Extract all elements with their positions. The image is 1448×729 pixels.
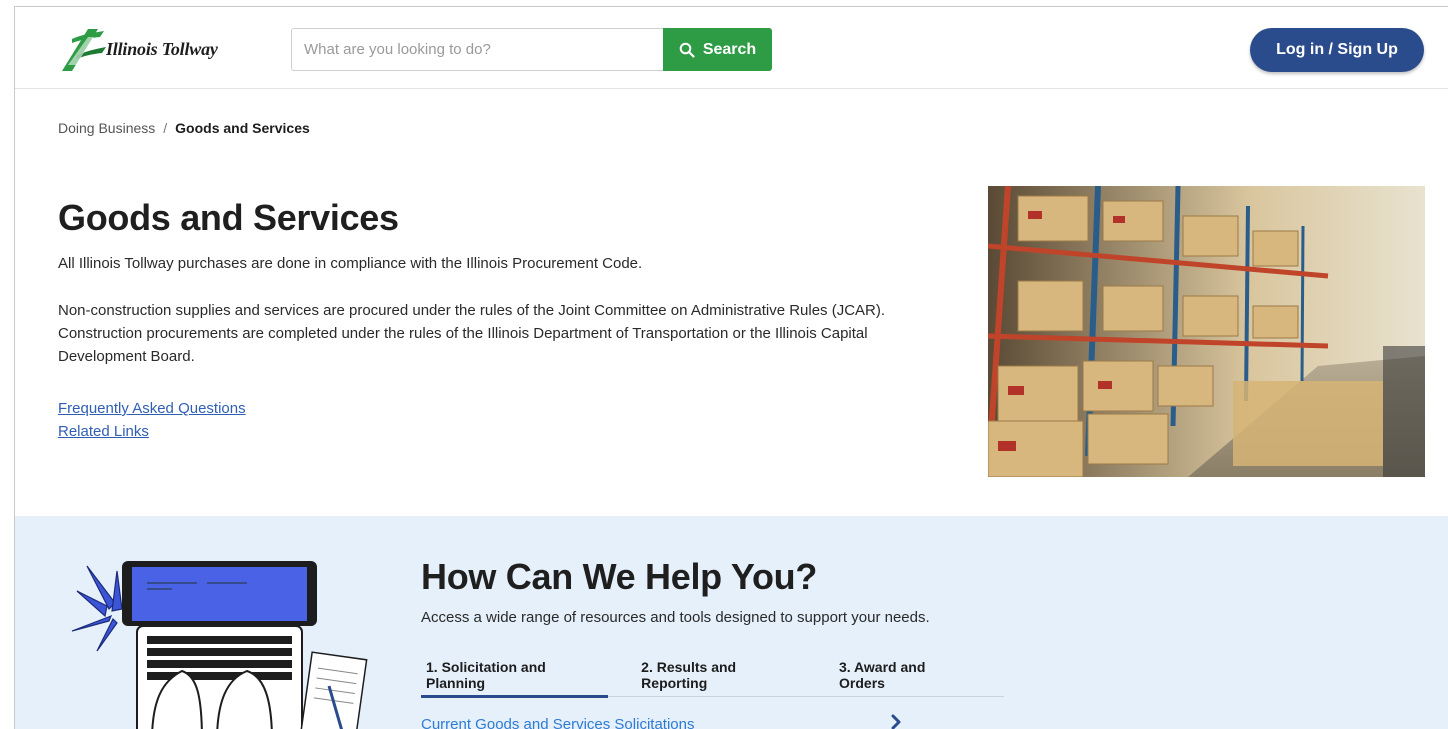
help-subtitle: Access a wide range of resources and too… — [421, 609, 930, 626]
breadcrumb-current: Goods and Services — [175, 120, 310, 136]
site-header: Illinois Tollway Search Log in / Sign Up — [15, 7, 1448, 89]
tab-solicitation-planning[interactable]: 1. Solicitation and Planning — [421, 652, 609, 698]
faq-link[interactable]: Frequently Asked Questions — [58, 400, 246, 417]
page-title: Goods and Services — [58, 197, 399, 238]
page-frame: Illinois Tollway Search Log in / Sign Up… — [14, 6, 1448, 729]
current-solicitations-link[interactable]: Current Goods and Services Solicitations — [421, 716, 694, 729]
procurement-paragraph: Non-construction supplies and services a… — [58, 302, 886, 365]
help-title: How Can We Help You? — [421, 556, 818, 597]
breadcrumb-separator: / — [163, 120, 168, 136]
intro-paragraph: All Illinois Tollway purchases are done … — [58, 255, 643, 272]
breadcrumb: Doing Business / Goods and Services — [58, 120, 310, 136]
tab-results-reporting[interactable]: 2. Results and Reporting — [636, 652, 806, 697]
login-signup-button[interactable]: Log in / Sign Up — [1250, 28, 1424, 72]
search-icon — [679, 42, 695, 58]
logo-text: Illinois Tollway — [106, 38, 218, 59]
tab-award-orders[interactable]: 3. Award and Orders — [834, 652, 976, 697]
breadcrumb-parent[interactable]: Doing Business — [58, 120, 155, 136]
search-button[interactable]: Search — [663, 28, 772, 71]
tollway-logo-icon — [62, 29, 106, 71]
related-links-link[interactable]: Related Links — [58, 423, 149, 440]
help-section: How Can We Help You? Access a wide range… — [15, 516, 1448, 729]
search-input[interactable] — [291, 28, 663, 71]
help-tabs: 1. Solicitation and Planning 2. Results … — [421, 652, 1004, 698]
search-button-label: Search — [702, 40, 757, 58]
tollway-logo[interactable]: Illinois Tollway — [58, 25, 238, 73]
chevron-right-icon[interactable] — [888, 712, 904, 729]
laptop-illustration — [71, 561, 368, 729]
warehouse-image — [988, 186, 1425, 477]
